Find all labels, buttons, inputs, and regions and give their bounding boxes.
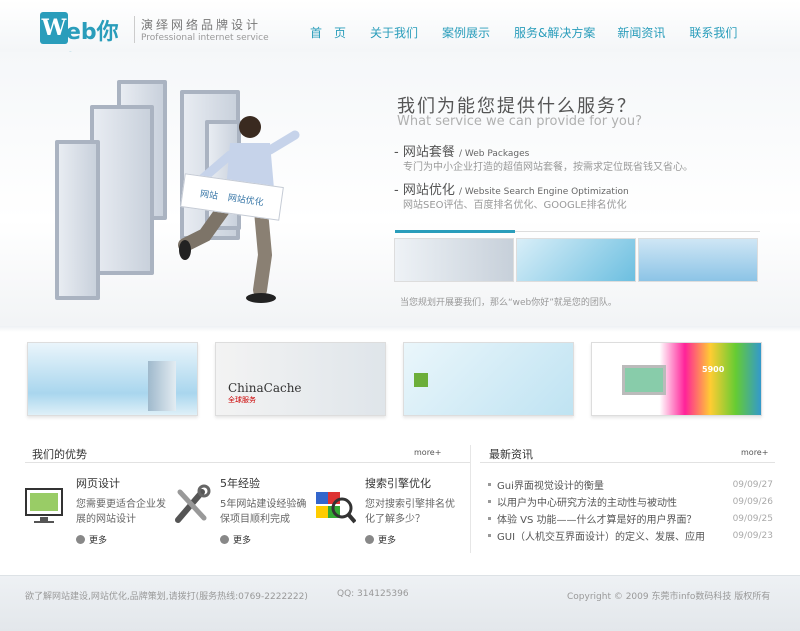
nav-home[interactable]: 首 页 [310,24,346,41]
feature-title: 5年经验 [220,477,260,490]
feature-seo: 搜索引擎优化 您对搜索引擎排名优化了解多少？ 更多 [365,475,457,546]
footer: 欲了解网站建设,网站优化,品牌策划,请拨打(服务热线:0769-2222222)… [0,575,800,631]
feature-desc: 您对搜索引擎排名优化了解多少？ [365,499,455,525]
nav-cases[interactable]: 案例展示 [442,24,490,41]
news-item-title: 以用户为中心研究方法的主动性与被动性 [497,498,677,509]
logo-mark-w: W [40,12,68,44]
footer-contact: 欲了解网站建设,网站优化,品牌策划,请拨打(服务热线:0769-2222222) [25,592,308,602]
feature-more-link[interactable]: 更多 [220,533,312,546]
case-banner-4[interactable]: 5900 [591,342,762,416]
advantages-line [25,462,470,463]
footer-qq: QQ: 314125396 [337,589,409,599]
advantages-title: 我们的优势 [32,448,87,461]
arrow-icon [76,535,85,544]
feature-more-link[interactable]: 更多 [365,533,457,546]
case-banner-2[interactable]: ChinaCache 全球服务 [215,342,386,416]
thumb-divider [515,231,760,232]
news-title: 最新资讯 [489,448,533,461]
news-item-title: Gui界面视觉设计的衡量 [497,481,604,492]
bullet-icon [488,483,491,486]
logo-mark: W eb你好 [40,12,128,77]
logo-text: 演绎网络品牌设计 Professional internet service [134,15,269,43]
nav-services[interactable]: 服务&解决方案 [514,24,595,41]
news-item[interactable]: GUI（人机交互界面设计）的定义、发展、应用 09/09/23 [488,527,773,544]
news-item[interactable]: 体验 VS 功能——什么才算是好的用户界面？ 09/09/25 [488,510,773,527]
case-banner-1[interactable] [27,342,198,416]
banner-chinacache-sub: 全球服务 [228,396,256,404]
column-divider [470,445,471,553]
news-line [480,462,775,463]
feature-more-label: 更多 [233,536,252,546]
bullet-icon [488,500,491,503]
section-divider [0,326,800,332]
feature-web-design: 网页设计 您需要更适合企业发展的网站设计 更多 [76,475,168,546]
banner-chinacache-label: ChinaCache [228,381,302,395]
hero-thumb-3[interactable] [638,238,758,282]
news-item-date: 09/09/27 [732,479,773,490]
tools-icon [175,484,211,523]
case-banners: ChinaCache 全球服务 5900 [27,342,779,416]
feature-more-label: 更多 [378,536,397,546]
feature-more-link[interactable]: 更多 [76,533,168,546]
news-more-link[interactable]: more+ [741,448,768,457]
feature-title: 搜索引擎优化 [365,477,431,490]
news-item-date: 09/09/26 [732,496,773,507]
news-item-title: GUI（人机交互界面设计）的定义、发展、应用 [497,532,706,543]
hero-subtitle: What service we can provide for you? [397,114,642,129]
feature-experience: 5年经验 5年网站建设经验确保项目顺利完成 更多 [220,475,312,546]
logo[interactable]: W eb你好 演绎网络品牌设计 Professional internet se… [40,12,269,77]
sign-text-2: 网站优化 [227,192,265,208]
nav-about[interactable]: 关于我们 [370,24,418,41]
feature-more-label: 更多 [89,536,108,546]
bullet-icon [488,517,491,520]
news-item[interactable]: 以用户为中心研究方法的主动性与被动性 09/09/26 [488,493,773,510]
hero-thumb-2[interactable] [516,238,636,282]
arrow-icon [365,535,374,544]
sign-text-1: 网站 [199,189,219,202]
banner-4-label: 5900 [702,365,725,374]
news-item-date: 09/09/23 [732,530,773,541]
case-banner-3[interactable] [403,342,574,416]
news-item-title: 体验 VS 功能——什么才算是好的用户界面？ [497,515,697,526]
news-list: Gui界面视觉设计的衡量 09/09/27 以用户为中心研究方法的主动性与被动性 0… [488,476,773,544]
news-item[interactable]: Gui界面视觉设计的衡量 09/09/27 [488,476,773,493]
feature-title: 网页设计 [76,477,120,490]
service2-desc: 网站SEO评估、百度排名优化、GOOGLE排名优化 [403,200,627,211]
hero-caption: 当您规划开展要我们，那么“web你好”就是您的团队。 [400,298,617,308]
thumb-active-indicator [395,230,515,233]
nav-news[interactable]: 新闻资讯 [617,24,665,41]
hero-thumbnails [394,238,760,282]
arrow-icon [220,535,229,544]
feature-desc: 5年网站建设经验确保项目顺利完成 [220,499,307,525]
advantages-more-link[interactable]: more+ [414,448,441,457]
nav-contact[interactable]: 联系我们 [689,24,737,41]
main-nav: 首 页 关于我们 案例展示 服务&解决方案 新闻资讯 联系我们 [310,24,737,41]
news-item-date: 09/09/25 [732,513,773,524]
header: W eb你好 演绎网络品牌设计 Professional internet se… [0,0,800,77]
search-engine-icon [316,492,356,524]
feature-desc: 您需要更适合企业发展的网站设计 [76,499,166,525]
service1-desc: 专门为中小企业打造的超值网站套餐，按需求定位既省钱又省心。 [403,162,693,173]
logo-cn: 演绎网络品牌设计 [141,17,262,32]
monitor-icon [25,488,63,523]
logo-en: Professional internet service [141,32,269,43]
footer-copyright: Copyright © 2009 东莞市info数码科技 版权所有 [567,592,771,602]
bullet-icon [488,534,491,537]
hero-thumb-1[interactable] [394,238,514,282]
